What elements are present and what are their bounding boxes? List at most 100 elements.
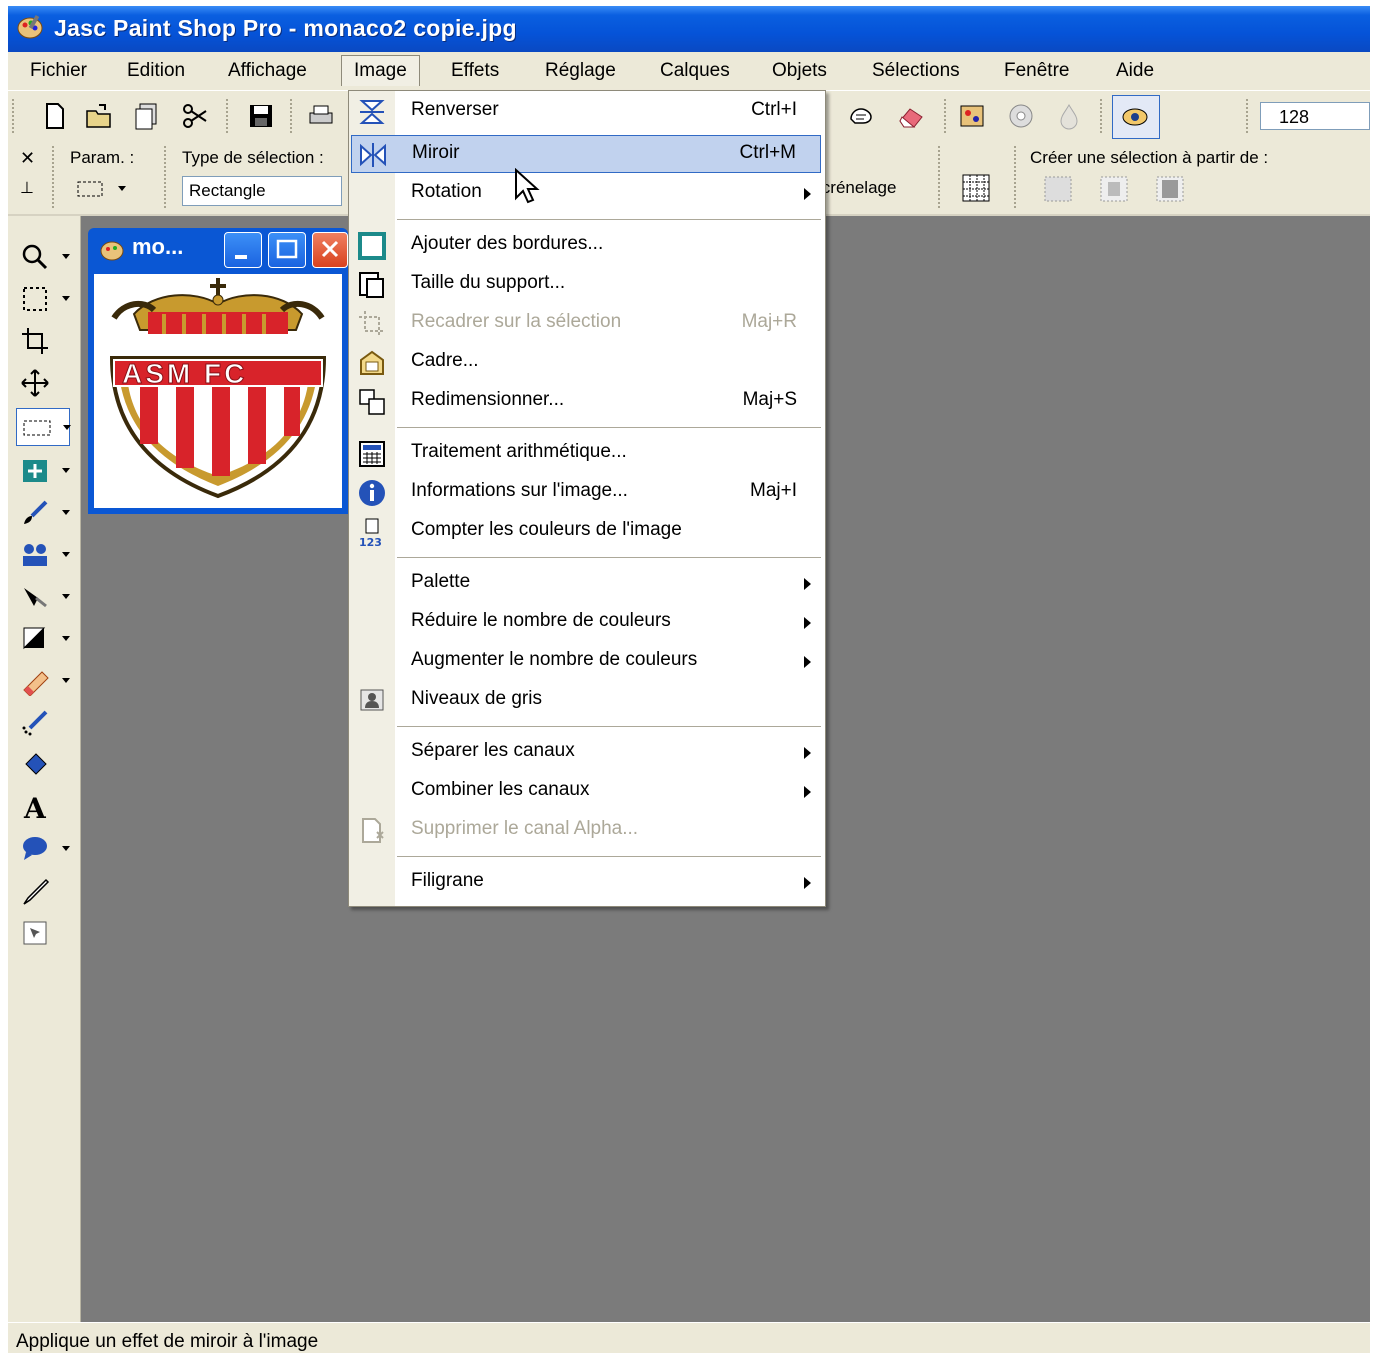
- menu-item-renverser[interactable]: Renverser Ctrl+I: [351, 93, 821, 131]
- crest-text: ASM FC: [121, 358, 248, 390]
- image-window-icon: [100, 241, 124, 261]
- chevron-down-icon: [118, 186, 126, 191]
- selection-type-select[interactable]: Rectangle: [182, 176, 342, 206]
- menu-item-filigrane[interactable]: Filigrane: [351, 864, 821, 902]
- move-tool[interactable]: [16, 364, 60, 400]
- toolbar-grip[interactable]: [1246, 99, 1251, 133]
- selection-tool[interactable]: [16, 408, 71, 446]
- deform-tool[interactable]: [16, 280, 70, 316]
- status-text: Applique un effet de miroir à l'image: [16, 1331, 319, 1352]
- save-icon[interactable]: [246, 101, 276, 131]
- scissors-icon[interactable]: [180, 101, 210, 131]
- menu-objets[interactable]: Objets: [760, 56, 839, 86]
- browse-icon[interactable]: [132, 101, 162, 131]
- close-palette-icon[interactable]: ✕: [20, 148, 35, 169]
- tools-palette: A: [8, 216, 81, 1322]
- calculator-icon: [359, 441, 385, 467]
- close-button[interactable]: [312, 232, 348, 268]
- menu-item-compter-couleurs[interactable]: 123 Compter les couleurs de l'image: [351, 513, 821, 551]
- resize-icon: [359, 389, 385, 415]
- menu-effets[interactable]: Effets: [439, 56, 511, 86]
- menu-item-supprimer-canal-alpha[interactable]: Supprimer le canal Alpha...: [351, 812, 821, 850]
- crop-tool[interactable]: [16, 322, 60, 358]
- selection-from-merged-icon[interactable]: [1154, 174, 1186, 204]
- minimize-button[interactable]: [224, 232, 262, 268]
- dropper-tool[interactable]: [16, 452, 70, 488]
- toolbar-separator: [164, 146, 169, 208]
- droplet-icon[interactable]: [1054, 101, 1084, 131]
- print-icon[interactable]: [306, 101, 336, 131]
- eraser-icon[interactable]: [896, 101, 926, 131]
- chevron-down-icon: [62, 254, 70, 259]
- airbrush-icon: [22, 710, 48, 736]
- object-selector-tool[interactable]: [16, 914, 60, 950]
- maximize-button[interactable]: [268, 232, 306, 268]
- selection-grid-icon[interactable]: [960, 172, 992, 204]
- zoom-tool[interactable]: [16, 238, 70, 274]
- menu-selections[interactable]: Sélections: [860, 56, 972, 86]
- menu-item-traitement-arithmetique[interactable]: Traitement arithmétique...: [351, 435, 821, 473]
- selection-from-layer-icon[interactable]: [1098, 174, 1130, 204]
- app-window: Jasc Paint Shop Pro - monaco2 copie.jpg …: [8, 6, 1370, 1353]
- palette-icon[interactable]: [958, 101, 988, 131]
- create-selection-label: Créer une sélection à partir de :: [1030, 148, 1269, 167]
- menu-item-reduire-couleurs[interactable]: Réduire le nombre de couleurs: [351, 604, 821, 642]
- flip-icon: [359, 100, 385, 124]
- menu-item-ajouter-bordures[interactable]: Ajouter des bordures...: [351, 227, 821, 265]
- menu-fenetre[interactable]: Fenêtre: [992, 56, 1081, 86]
- menu-image[interactable]: Image: [341, 55, 420, 86]
- menu-fichier[interactable]: Fichier: [18, 56, 99, 86]
- retouch-hand-icon[interactable]: [846, 101, 876, 131]
- image-window[interactable]: mo... ASM FC: [88, 228, 348, 514]
- clone-tool[interactable]: [16, 536, 70, 572]
- menu-item-cadre[interactable]: Cadre...: [351, 344, 821, 382]
- menu-item-separer-canaux[interactable]: Séparer les canaux: [351, 734, 821, 772]
- paint-bucket-tool[interactable]: [16, 746, 60, 782]
- retouch-tool[interactable]: [16, 578, 70, 614]
- dodge-icon: [24, 588, 47, 608]
- image-canvas[interactable]: ASM FC: [94, 274, 342, 508]
- menu-affichage[interactable]: Affichage: [216, 56, 319, 86]
- title-bar[interactable]: Jasc Paint Shop Pro - monaco2 copie.jpg: [8, 6, 1370, 52]
- menu-item-recadrer-selection[interactable]: Recadrer sur la sélection Maj+R: [351, 305, 821, 343]
- color-wheel-icon[interactable]: [1006, 101, 1036, 131]
- paint-shop-pro-icon: [17, 14, 43, 39]
- fill-tool[interactable]: [16, 620, 70, 656]
- toolbar-separator: [290, 99, 295, 133]
- menu-item-combiner-canaux[interactable]: Combiner les canaux: [351, 773, 821, 811]
- status-bar: Applique un effet de miroir à l'image: [8, 1322, 1370, 1353]
- presets-dropdown[interactable]: [76, 178, 130, 204]
- menu-item-redimensionner[interactable]: Redimensionner... Maj+S: [351, 383, 821, 421]
- paintbrush-tool[interactable]: [16, 494, 70, 530]
- selection-from-image-icon[interactable]: [1042, 174, 1074, 204]
- menu-item-augmenter-couleurs[interactable]: Augmenter le nombre de couleurs: [351, 643, 821, 681]
- menu-item-niveaux-gris[interactable]: Niveaux de gris: [351, 682, 821, 720]
- size-field[interactable]: 128: [1260, 102, 1370, 130]
- open-folder-icon[interactable]: [84, 101, 114, 131]
- shape-tool[interactable]: [16, 830, 70, 866]
- pin-icon[interactable]: ⊥: [20, 178, 34, 198]
- menu-calques[interactable]: Calques: [648, 56, 742, 86]
- chevron-down-icon: [62, 846, 70, 851]
- airbrush-tool[interactable]: [16, 704, 60, 740]
- new-file-icon[interactable]: [40, 101, 70, 131]
- object-selector-icon: [23, 921, 47, 945]
- eraser-tool[interactable]: [16, 662, 70, 698]
- menu-item-miroir[interactable]: Miroir Ctrl+M: [351, 135, 821, 173]
- menu-item-informations-image[interactable]: Informations sur l'image... Maj+I: [351, 474, 821, 512]
- canvas-size-icon: [359, 272, 384, 298]
- toolbar-grip[interactable]: [12, 99, 17, 133]
- menu-edition[interactable]: Edition: [115, 56, 197, 86]
- toolbar-separator: [1014, 146, 1019, 208]
- menu-item-palette[interactable]: Palette: [351, 565, 821, 603]
- menu-aide[interactable]: Aide: [1104, 56, 1166, 86]
- text-icon: A: [23, 792, 47, 822]
- overview-toggle-button[interactable]: [1112, 95, 1160, 139]
- text-tool[interactable]: A: [16, 788, 60, 824]
- pen-tool[interactable]: [16, 872, 60, 908]
- menu-item-rotation[interactable]: Rotation: [351, 175, 821, 213]
- magnifier-icon: [22, 244, 48, 270]
- menu-reglage[interactable]: Réglage: [533, 56, 628, 86]
- move-icon: [21, 369, 49, 397]
- menu-item-taille-support[interactable]: Taille du support...: [351, 266, 821, 304]
